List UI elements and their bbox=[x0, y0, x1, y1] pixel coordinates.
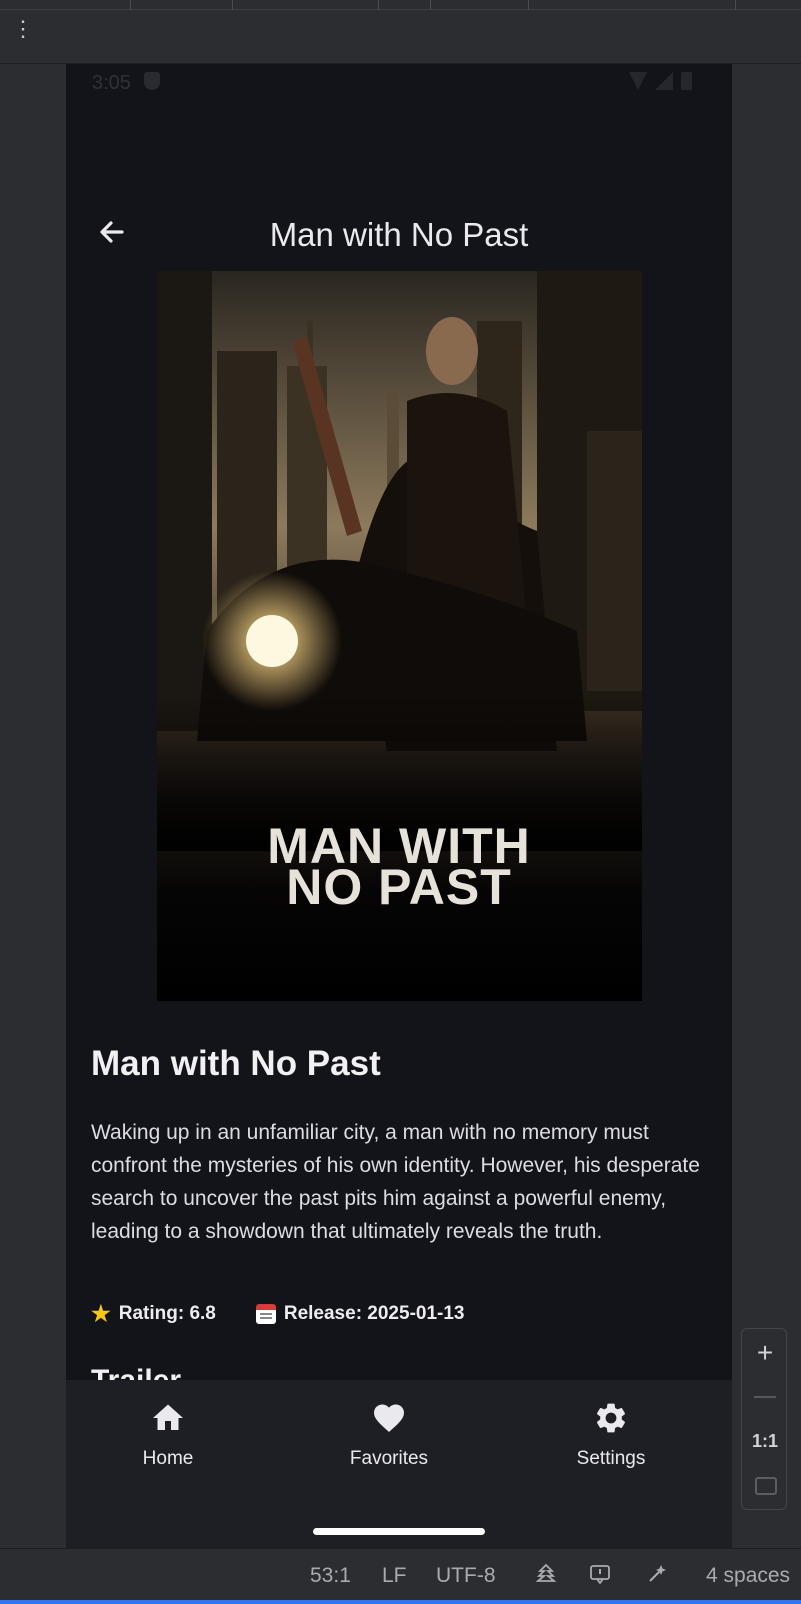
nav-label-home: Home bbox=[142, 1448, 194, 1469]
movie-meta-row: ★ Rating: 6.8 Release: 2025-01-13 bbox=[91, 1301, 465, 1327]
gesture-home-indicator[interactable] bbox=[313, 1528, 485, 1535]
poster-artwork: MAN WITH NO PAST bbox=[157, 271, 642, 1001]
more-options-icon[interactable]: ⋮ bbox=[12, 18, 34, 40]
tree-icon[interactable] bbox=[535, 1563, 557, 1585]
toolbar-separator bbox=[130, 0, 131, 10]
ide-status-bar: 53:1 LF UTF-8 4 spaces bbox=[0, 1548, 801, 1604]
nav-item-favorites[interactable]: Favorites bbox=[299, 1400, 479, 1470]
gear-icon bbox=[596, 1403, 626, 1433]
ide-right-gutter bbox=[732, 64, 801, 1548]
zoom-actual-size-button[interactable]: 1:1 bbox=[742, 1431, 788, 1452]
bottom-navigation: Home Favorites Settings bbox=[66, 1380, 732, 1548]
device-screen: 3:05 Man with No Past MAN WITH NO PAST M… bbox=[66, 64, 732, 1548]
battery-icon bbox=[681, 72, 692, 90]
calendar-icon bbox=[255, 1304, 276, 1324]
nav-item-settings[interactable]: Settings bbox=[521, 1400, 701, 1470]
status-time: 3:05 bbox=[92, 72, 131, 94]
star-icon: ★ bbox=[91, 1301, 111, 1326]
zoom-in-button[interactable]: + bbox=[742, 1337, 788, 1369]
release-item: Release: 2025-01-13 bbox=[255, 1301, 465, 1327]
toolbar-separator bbox=[735, 0, 736, 10]
toolbar-separator bbox=[430, 0, 431, 10]
cursor-position[interactable]: 53:1 bbox=[310, 1564, 351, 1588]
heart-icon bbox=[374, 1404, 404, 1433]
toolbar-separator bbox=[232, 0, 233, 10]
ide-toolbar-strip bbox=[0, 0, 801, 10]
zoom-controls: + 1:1 bbox=[741, 1328, 787, 1510]
toolbar-separator bbox=[378, 0, 379, 10]
rating-item: ★ Rating: 6.8 bbox=[91, 1301, 216, 1327]
ide-left-gutter bbox=[0, 64, 66, 1548]
file-encoding[interactable]: UTF-8 bbox=[436, 1564, 496, 1588]
line-ending[interactable]: LF bbox=[382, 1564, 407, 1588]
app-bar: Man with No Past bbox=[66, 204, 732, 260]
nav-item-home[interactable]: Home bbox=[78, 1400, 258, 1470]
zoom-out-button[interactable] bbox=[754, 1396, 776, 1398]
nav-label-favorites: Favorites bbox=[349, 1448, 429, 1469]
movie-title: Man with No Past bbox=[91, 1044, 381, 1083]
toolbar-separator bbox=[528, 0, 529, 10]
ide-accent-line bbox=[0, 1600, 801, 1604]
movie-overview: Waking up in an unfamiliar city, a man w… bbox=[91, 1121, 700, 1243]
rating-label: Rating: 6.8 bbox=[118, 1303, 216, 1324]
nav-label-settings: Settings bbox=[576, 1448, 646, 1469]
release-label: Release: 2025-01-13 bbox=[283, 1303, 465, 1324]
indent-setting[interactable]: 4 spaces bbox=[706, 1564, 790, 1588]
poster-title-line-2: NO PAST bbox=[286, 859, 512, 915]
movie-poster: MAN WITH NO PAST bbox=[157, 271, 642, 1001]
zoom-fit-screen-icon[interactable] bbox=[755, 1477, 777, 1495]
ide-toolbar: ⋮ bbox=[0, 0, 801, 64]
ai-assistant-icon[interactable] bbox=[646, 1563, 668, 1585]
app-bar-title: Man with No Past bbox=[269, 216, 529, 253]
signal-icon bbox=[655, 72, 673, 90]
status-bar: 3:05 bbox=[66, 64, 732, 104]
wifi-icon bbox=[629, 72, 647, 90]
notification-icon[interactable] bbox=[589, 1563, 611, 1585]
status-icons bbox=[629, 72, 692, 90]
home-icon bbox=[153, 1404, 183, 1430]
shield-icon bbox=[144, 72, 160, 90]
